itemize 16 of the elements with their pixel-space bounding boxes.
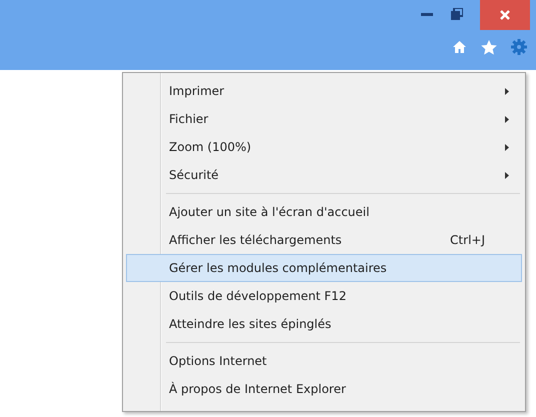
star-icon[interactable] <box>480 38 498 56</box>
menu-item[interactable]: Gérer les modules complémentaires <box>126 254 522 282</box>
close-button[interactable] <box>480 0 530 30</box>
close-icon <box>500 10 510 20</box>
menu-item[interactable]: Options Internet <box>126 347 522 375</box>
menu-item[interactable]: Zoom (100%) <box>126 133 522 161</box>
menu-item[interactable]: Ajouter un site à l'écran d'accueil <box>126 198 522 226</box>
menu-item[interactable]: À propos de Internet Explorer <box>126 375 522 403</box>
menu-item[interactable]: Sécurité <box>126 161 522 189</box>
menu-item[interactable]: Fichier <box>126 105 522 133</box>
minimize-icon <box>421 12 433 16</box>
menu-item[interactable]: Atteindre les sites épinglés <box>126 310 522 338</box>
menu-item[interactable]: Imprimer <box>126 77 522 105</box>
restore-icon <box>451 8 463 20</box>
menu-item[interactable]: Afficher les téléchargements Ctrl+J <box>126 226 522 254</box>
menu-item[interactable]: Outils de développement F12 <box>126 282 522 310</box>
